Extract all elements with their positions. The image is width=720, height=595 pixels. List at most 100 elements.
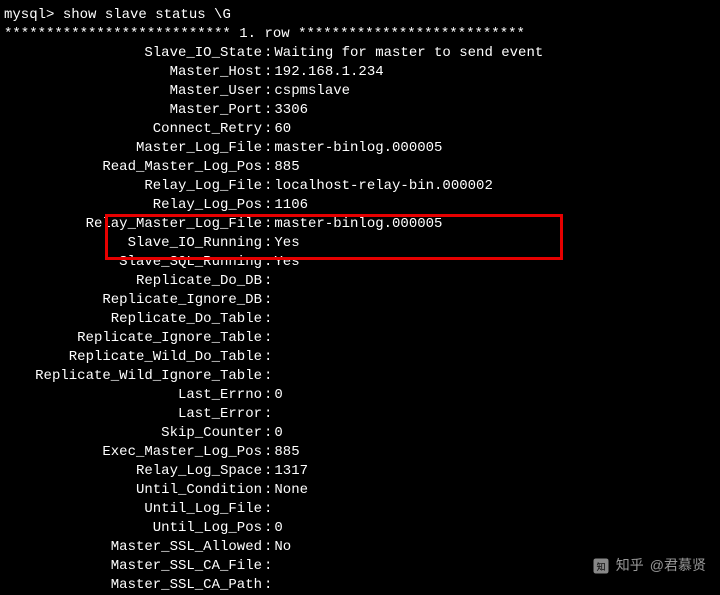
colon-separator: : xyxy=(264,120,272,139)
svg-text:知: 知 xyxy=(596,560,605,571)
status-label: Replicate_Do_DB xyxy=(4,272,264,291)
status-row: Until_Condition:None xyxy=(4,481,716,500)
status-value: cspmslave xyxy=(272,82,350,101)
status-row: Exec_Master_Log_Pos:885 xyxy=(4,443,716,462)
status-value: 1317 xyxy=(272,462,308,481)
status-label: Relay_Master_Log_File xyxy=(4,215,264,234)
status-output: Slave_IO_State:Waiting for master to sen… xyxy=(4,44,716,595)
status-row: Replicate_Do_Table: xyxy=(4,310,716,329)
colon-separator: : xyxy=(264,63,272,82)
status-row: Master_User:cspmslave xyxy=(4,82,716,101)
status-label: Slave_SQL_Running xyxy=(4,253,264,272)
status-label: Replicate_Wild_Ignore_Table xyxy=(4,367,264,386)
status-label: Replicate_Ignore_DB xyxy=(4,291,264,310)
status-row: Slave_IO_State:Waiting for master to sen… xyxy=(4,44,716,63)
colon-separator: : xyxy=(264,139,272,158)
status-value xyxy=(272,348,274,367)
colon-separator: : xyxy=(264,272,272,291)
status-label: Until_Condition xyxy=(4,481,264,500)
status-row: Relay_Master_Log_File:master-binlog.0000… xyxy=(4,215,716,234)
colon-separator: : xyxy=(264,519,272,538)
colon-separator: : xyxy=(264,177,272,196)
status-value xyxy=(272,310,274,329)
row-separator: *************************** 1. row *****… xyxy=(4,25,716,44)
status-label: Last_Error xyxy=(4,405,264,424)
status-value xyxy=(272,291,274,310)
zhihu-icon: 知 xyxy=(592,557,610,575)
status-row: Slave_IO_Running:Yes xyxy=(4,234,716,253)
colon-separator: : xyxy=(264,291,272,310)
status-row: Master_Log_File:master-binlog.000005 xyxy=(4,139,716,158)
colon-separator: : xyxy=(264,386,272,405)
status-row: Replicate_Wild_Do_Table: xyxy=(4,348,716,367)
status-value xyxy=(272,329,274,348)
status-label: Connect_Retry xyxy=(4,120,264,139)
prompt-line: mysql> show slave status \G xyxy=(4,6,716,25)
watermark-site: 知乎 xyxy=(616,556,644,575)
status-row: Master_SSL_Allowed:No xyxy=(4,538,716,557)
status-value: Waiting for master to send event xyxy=(272,44,543,63)
status-label: Until_Log_File xyxy=(4,500,264,519)
status-row: Replicate_Do_DB: xyxy=(4,272,716,291)
status-row: Last_Errno:0 xyxy=(4,386,716,405)
status-label: Exec_Master_Log_Pos xyxy=(4,443,264,462)
status-value: master-binlog.000005 xyxy=(272,215,442,234)
status-value: 192.168.1.234 xyxy=(272,63,383,82)
status-value xyxy=(272,367,274,386)
status-value: 60 xyxy=(272,120,291,139)
status-label: Master_SSL_CA_Path xyxy=(4,576,264,595)
status-label: Read_Master_Log_Pos xyxy=(4,158,264,177)
status-value: master-binlog.000005 xyxy=(272,139,442,158)
colon-separator: : xyxy=(264,348,272,367)
status-row: Replicate_Ignore_Table: xyxy=(4,329,716,348)
status-row: Replicate_Wild_Ignore_Table: xyxy=(4,367,716,386)
status-value: 3306 xyxy=(272,101,308,120)
status-label: Replicate_Do_Table xyxy=(4,310,264,329)
status-value xyxy=(272,500,274,519)
colon-separator: : xyxy=(264,310,272,329)
status-label: Master_User xyxy=(4,82,264,101)
status-value: 0 xyxy=(272,386,282,405)
status-value: 0 xyxy=(272,519,282,538)
status-label: Replicate_Ignore_Table xyxy=(4,329,264,348)
status-label: Master_Log_File xyxy=(4,139,264,158)
status-row: Master_Port:3306 xyxy=(4,101,716,120)
colon-separator: : xyxy=(264,557,272,576)
colon-separator: : xyxy=(264,44,272,63)
status-label: Relay_Log_Space xyxy=(4,462,264,481)
status-value: 0 xyxy=(272,424,282,443)
status-label: Master_Port xyxy=(4,101,264,120)
colon-separator: : xyxy=(264,538,272,557)
status-row: Until_Log_File: xyxy=(4,500,716,519)
colon-separator: : xyxy=(264,481,272,500)
status-row: Slave_SQL_Running:Yes xyxy=(4,253,716,272)
status-label: Skip_Counter xyxy=(4,424,264,443)
status-row: Relay_Log_Space:1317 xyxy=(4,462,716,481)
colon-separator: : xyxy=(264,215,272,234)
status-value: localhost-relay-bin.000002 xyxy=(272,177,492,196)
colon-separator: : xyxy=(264,462,272,481)
status-label: Relay_Log_File xyxy=(4,177,264,196)
colon-separator: : xyxy=(264,82,272,101)
status-label: Master_Host xyxy=(4,63,264,82)
status-row: Master_SSL_CA_Path: xyxy=(4,576,716,595)
status-row: Until_Log_Pos:0 xyxy=(4,519,716,538)
watermark-author: @君慕贤 xyxy=(650,556,706,575)
colon-separator: : xyxy=(264,424,272,443)
colon-separator: : xyxy=(264,196,272,215)
colon-separator: : xyxy=(264,576,272,595)
status-row: Master_Host:192.168.1.234 xyxy=(4,63,716,82)
status-row: Relay_Log_File:localhost-relay-bin.00000… xyxy=(4,177,716,196)
colon-separator: : xyxy=(264,234,272,253)
status-label: Master_SSL_CA_File xyxy=(4,557,264,576)
colon-separator: : xyxy=(264,405,272,424)
status-value: 885 xyxy=(272,443,299,462)
status-value: None xyxy=(272,481,308,500)
status-row: Replicate_Ignore_DB: xyxy=(4,291,716,310)
colon-separator: : xyxy=(264,101,272,120)
status-value xyxy=(272,272,274,291)
status-label: Replicate_Wild_Do_Table xyxy=(4,348,264,367)
colon-separator: : xyxy=(264,367,272,386)
status-value: 885 xyxy=(272,158,299,177)
status-row: Connect_Retry:60 xyxy=(4,120,716,139)
